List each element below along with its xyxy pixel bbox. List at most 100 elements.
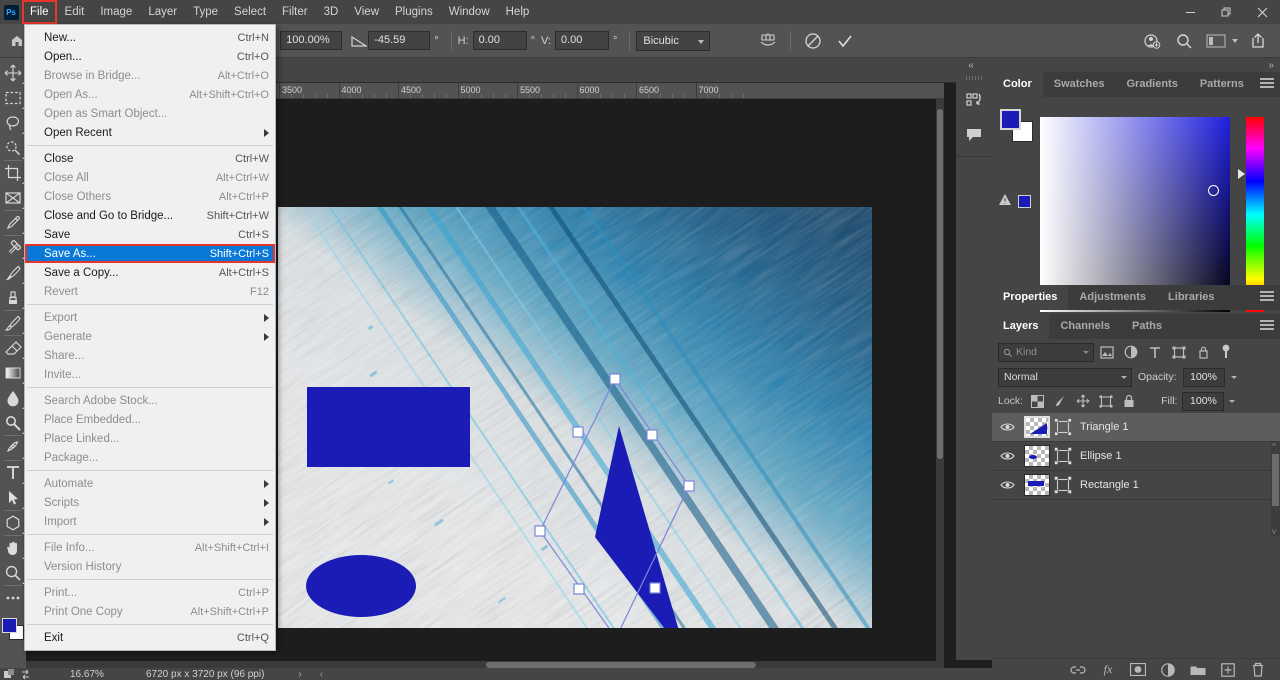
color-picker-marker[interactable] <box>1208 185 1219 196</box>
menu-plugins[interactable]: Plugins <box>387 0 441 24</box>
foreground-background-swatch[interactable] <box>1000 109 1034 143</box>
tab-channels[interactable]: Channels <box>1049 314 1121 339</box>
menu-layer[interactable]: Layer <box>140 0 185 24</box>
color-spectrum-field[interactable] <box>1040 117 1230 312</box>
filter-toggle-icon[interactable] <box>1216 341 1236 363</box>
gamut-warning-icon[interactable] <box>998 193 1012 209</box>
panel-menu-icon[interactable] <box>1260 78 1274 90</box>
file-menu-item-export[interactable]: Export <box>25 308 275 327</box>
interpolation-select[interactable]: Bicubic <box>636 31 710 51</box>
zoom-tool[interactable] <box>0 560 26 585</box>
vector-mask-thumbnail[interactable] <box>1052 416 1074 438</box>
lock-image-pixels-icon[interactable] <box>1051 392 1069 410</box>
object-selection-tool[interactable] <box>0 135 26 160</box>
eyedropper-tool[interactable] <box>0 210 26 235</box>
hand-tool[interactable] <box>0 535 26 560</box>
menu-window[interactable]: Window <box>441 0 498 24</box>
layers-scrollbar[interactable]: ^ v <box>1271 442 1280 536</box>
eraser-tool[interactable] <box>0 335 26 360</box>
file-menu-item-exit[interactable]: ExitCtrl+Q <box>25 628 275 647</box>
file-menu-item-close[interactable]: CloseCtrl+W <box>25 149 275 168</box>
scrollbar-thumb[interactable] <box>937 109 943 459</box>
file-menu-item-open-as-smart-object[interactable]: Open as Smart Object... <box>25 104 275 123</box>
file-menu-item-save-a-copy[interactable]: Save a Copy...Alt+Ctrl+S <box>25 263 275 282</box>
skew-v-field[interactable]: 0.00 <box>555 31 609 50</box>
more-tools[interactable] <box>0 585 26 610</box>
zoom-level[interactable]: 16.67% <box>70 669 140 680</box>
menu-file[interactable]: File <box>22 0 57 24</box>
new-adjustment-layer-icon[interactable] <box>1160 662 1176 678</box>
hue-slider[interactable] <box>1246 117 1264 312</box>
file-menu-item-scripts[interactable]: Scripts <box>25 493 275 512</box>
brush-tool[interactable] <box>0 260 26 285</box>
file-menu-item-file-info[interactable]: File Info...Alt+Shift+Ctrl+I <box>25 538 275 557</box>
minimize-button[interactable] <box>1172 0 1208 24</box>
file-menu-item-print[interactable]: Print...Ctrl+P <box>25 583 275 602</box>
triangle-shape-with-transform[interactable] <box>278 207 872 628</box>
file-menu-item-open[interactable]: Open...Ctrl+O <box>25 47 275 66</box>
file-menu-item-save-as[interactable]: Save As...Shift+Ctrl+S <box>25 244 275 263</box>
file-menu-item-generate[interactable]: Generate <box>25 327 275 346</box>
foreground-color-swatch[interactable] <box>1000 109 1021 130</box>
layer-row[interactable]: Rectangle 1 <box>992 471 1280 500</box>
type-filter-icon[interactable] <box>1144 341 1166 363</box>
file-menu-item-revert[interactable]: RevertF12 <box>25 282 275 301</box>
shape-tool[interactable] <box>0 510 26 535</box>
crop-tool[interactable] <box>0 160 26 185</box>
file-menu-item-invite[interactable]: Invite... <box>25 365 275 384</box>
cloud-upload-icon[interactable] <box>1242 24 1274 58</box>
artboard[interactable] <box>278 207 872 628</box>
status-expand-arrow[interactable]: › <box>298 669 301 680</box>
lock-transparent-pixels-icon[interactable] <box>1028 392 1046 410</box>
menu-type[interactable]: Type <box>185 0 226 24</box>
panel-grip[interactable] <box>956 72 992 84</box>
menu-edit[interactable]: Edit <box>57 0 93 24</box>
healing-brush-tool[interactable] <box>0 235 26 260</box>
warp-icon[interactable] <box>752 24 784 58</box>
file-menu-item-version-history[interactable]: Version History <box>25 557 275 576</box>
tab-libraries[interactable]: Libraries <box>1157 285 1225 310</box>
pixel-filter-icon[interactable] <box>1096 341 1118 363</box>
lasso-tool[interactable] <box>0 110 26 135</box>
link-layers-icon[interactable] <box>1070 662 1086 678</box>
adjustment-filter-icon[interactable] <box>1120 341 1142 363</box>
layer-thumbnail[interactable] <box>1024 445 1050 467</box>
gradient-tool[interactable] <box>0 360 26 385</box>
file-menu-item-close-others[interactable]: Close OthersAlt+Ctrl+P <box>25 187 275 206</box>
restore-button[interactable] <box>1208 0 1244 24</box>
file-menu-item-close-and-go-to-bridge[interactable]: Close and Go to Bridge...Shift+Ctrl+W <box>25 206 275 225</box>
file-menu-item-new[interactable]: New...Ctrl+N <box>25 28 275 47</box>
file-menu-item-place-embedded[interactable]: Place Embedded... <box>25 410 275 429</box>
lock-position-icon[interactable] <box>1074 392 1092 410</box>
layer-filter-kind-select[interactable]: Kind <box>998 343 1094 362</box>
collapse-panels-button[interactable]: « <box>956 58 992 72</box>
type-tool[interactable] <box>0 460 26 485</box>
screen-mode-icon[interactable] <box>2 669 16 680</box>
new-layer-icon[interactable] <box>1220 662 1236 678</box>
layer-row[interactable]: Triangle 1 <box>992 413 1280 442</box>
layer-name[interactable]: Rectangle 1 <box>1080 479 1139 491</box>
file-menu-item-print-one-copy[interactable]: Print One CopyAlt+Shift+Ctrl+P <box>25 602 275 621</box>
dodge-tool[interactable] <box>0 410 26 435</box>
height-field[interactable]: 100.00% <box>280 31 342 50</box>
tab-layers[interactable]: Layers <box>992 314 1049 339</box>
frame-tool[interactable] <box>0 185 26 210</box>
cancel-transform-icon[interactable] <box>797 24 829 58</box>
tab-patterns[interactable]: Patterns <box>1189 72 1255 97</box>
scroll-up-arrow[interactable]: ^ <box>1272 442 1276 451</box>
vector-mask-thumbnail[interactable] <box>1052 474 1074 496</box>
opacity-chevron-down-icon[interactable] <box>1231 376 1237 379</box>
tab-properties[interactable]: Properties <box>992 285 1068 310</box>
vector-mask-thumbnail[interactable] <box>1052 445 1074 467</box>
toolbar-foreground-color[interactable] <box>2 618 17 633</box>
file-menu-item-close-all[interactable]: Close AllAlt+Ctrl+W <box>25 168 275 187</box>
layer-name[interactable]: Triangle 1 <box>1080 421 1129 433</box>
close-button[interactable] <box>1244 0 1280 24</box>
comments-icon[interactable] <box>956 118 992 152</box>
fill-chevron-down-icon[interactable] <box>1229 400 1235 403</box>
tab-gradients[interactable]: Gradients <box>1115 72 1188 97</box>
delete-layer-icon[interactable] <box>1250 662 1266 678</box>
menu-view[interactable]: View <box>346 0 387 24</box>
file-menu-item-automate[interactable]: Automate <box>25 474 275 493</box>
search-icon[interactable] <box>1168 24 1200 58</box>
